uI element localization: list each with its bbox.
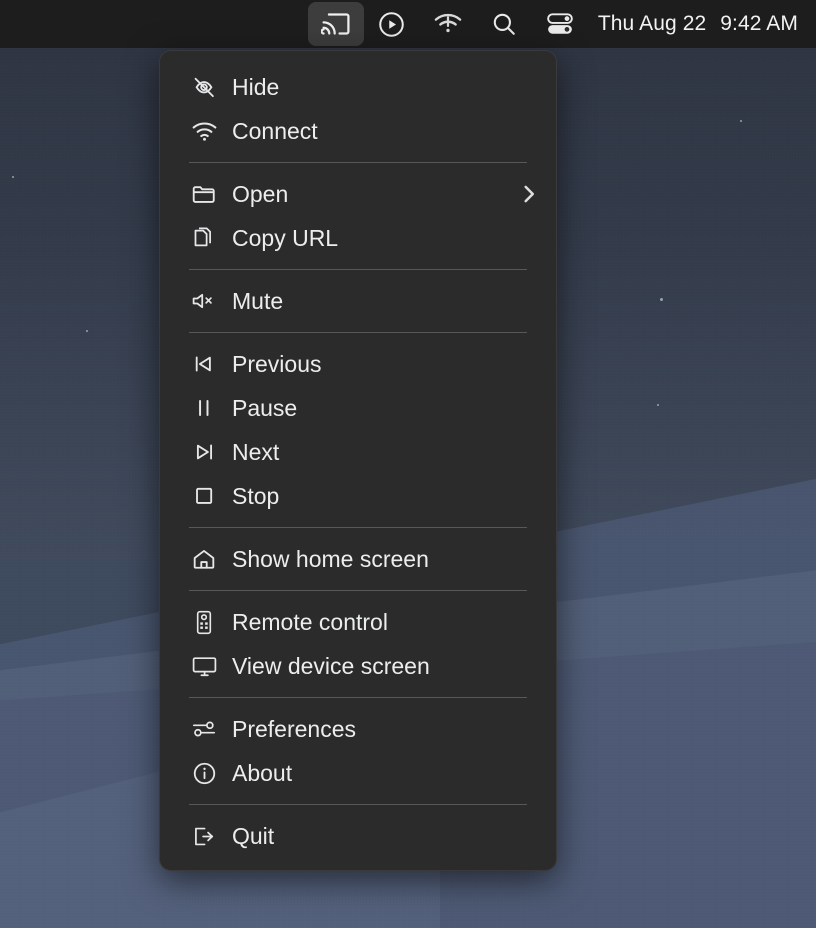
menu-separator xyxy=(189,697,527,698)
skip-next-icon xyxy=(189,438,219,466)
menu-item-label: Show home screen xyxy=(232,548,429,571)
menu-bar: Thu Aug 22 9:42 AM xyxy=(0,0,816,48)
clock-date: Thu Aug 22 xyxy=(598,12,706,36)
menu-item-label: Stop xyxy=(232,485,279,508)
menu-item-next[interactable]: Next xyxy=(160,430,556,474)
info-circle-icon xyxy=(189,759,219,787)
menu-item-about[interactable]: About xyxy=(160,751,556,795)
menu-item-label: Next xyxy=(232,441,279,464)
folder-icon xyxy=(189,180,219,208)
home-icon xyxy=(189,545,219,573)
clock-time: 9:42 AM xyxy=(720,12,798,36)
menu-item-previous[interactable]: Previous xyxy=(160,342,556,386)
menu-item-label: Connect xyxy=(232,120,318,143)
menu-item-mute[interactable]: Mute xyxy=(160,279,556,323)
menu-item-label: Remote control xyxy=(232,611,388,634)
sliders-icon xyxy=(189,715,219,743)
search-icon[interactable] xyxy=(476,2,532,46)
menu-item-label: Hide xyxy=(232,76,279,99)
menu-item-copy-url[interactable]: Copy URL xyxy=(160,216,556,260)
chevron-right-icon xyxy=(521,182,538,206)
menu-item-label: About xyxy=(232,762,292,785)
exit-icon xyxy=(189,822,219,850)
menu-item-view-device-screen[interactable]: View device screen xyxy=(160,644,556,688)
menu-item-connect[interactable]: Connect xyxy=(160,109,556,153)
play-circle-icon[interactable] xyxy=(364,2,420,46)
stop-icon xyxy=(189,482,219,510)
speaker-mute-icon xyxy=(189,287,219,315)
menu-separator xyxy=(189,590,527,591)
menu-item-pause[interactable]: Pause xyxy=(160,386,556,430)
menu-separator xyxy=(189,269,527,270)
menu-item-preferences[interactable]: Preferences xyxy=(160,707,556,751)
cast-dropdown-menu: Hide Connect Open xyxy=(159,50,557,871)
menu-item-label: Preferences xyxy=(232,718,356,741)
menu-item-show-home-screen[interactable]: Show home screen xyxy=(160,537,556,581)
wifi-icon xyxy=(189,117,219,145)
menu-item-label: Open xyxy=(232,183,288,206)
menu-item-label: Pause xyxy=(232,397,297,420)
copy-document-icon xyxy=(189,224,219,252)
control-center-icon[interactable] xyxy=(532,2,588,46)
menu-item-open[interactable]: Open xyxy=(160,172,556,216)
menu-item-hide[interactable]: Hide xyxy=(160,65,556,109)
pause-icon xyxy=(189,394,219,422)
menu-item-label: Previous xyxy=(232,353,321,376)
cast-icon[interactable] xyxy=(308,2,364,46)
menu-bar-clock[interactable]: Thu Aug 22 9:42 AM xyxy=(588,2,802,46)
menu-item-label: Mute xyxy=(232,290,283,313)
menu-item-label: Copy URL xyxy=(232,227,338,250)
wifi-alert-icon[interactable] xyxy=(420,2,476,46)
menu-item-label: View device screen xyxy=(232,655,430,678)
menu-item-label: Quit xyxy=(232,825,274,848)
monitor-icon xyxy=(189,652,219,680)
menu-item-quit[interactable]: Quit xyxy=(160,814,556,858)
menu-separator xyxy=(189,804,527,805)
menu-separator xyxy=(189,527,527,528)
menu-item-stop[interactable]: Stop xyxy=(160,474,556,518)
menu-separator xyxy=(189,162,527,163)
remote-control-icon xyxy=(189,608,219,636)
menu-item-remote-control[interactable]: Remote control xyxy=(160,600,556,644)
eye-slash-icon xyxy=(189,73,219,101)
skip-previous-icon xyxy=(189,350,219,378)
menu-separator xyxy=(189,332,527,333)
